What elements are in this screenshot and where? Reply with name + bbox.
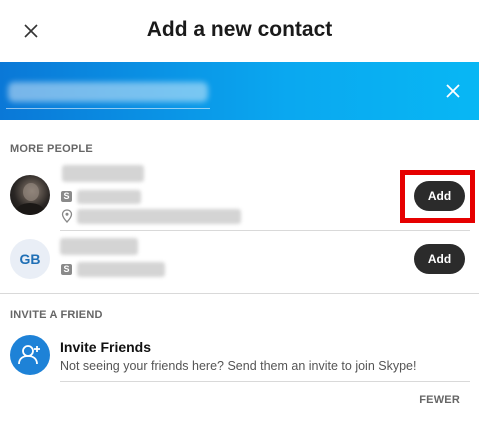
contact-skype-id-redacted — [77, 262, 165, 277]
contact-location-redacted — [77, 209, 241, 224]
close-icon — [446, 84, 460, 98]
avatar — [10, 175, 50, 215]
highlight-annotation — [400, 170, 475, 223]
fewer-button[interactable]: FEWER — [419, 394, 460, 406]
location-pin-icon — [61, 209, 73, 223]
contact-name-redacted — [62, 165, 144, 182]
contact-name-redacted — [60, 238, 138, 255]
add-contact-button[interactable]: Add — [414, 244, 465, 274]
clear-search-button[interactable] — [443, 81, 463, 101]
avatar: GB — [10, 239, 50, 279]
invite-friend-label: INVITE A FRIEND — [10, 309, 103, 321]
divider — [0, 293, 479, 294]
divider — [60, 230, 470, 231]
invite-friends-title[interactable]: Invite Friends — [60, 339, 151, 355]
add-person-icon — [10, 335, 50, 375]
avatar-photo — [15, 183, 45, 215]
search-underline — [6, 108, 210, 109]
header: Add a new contact — [0, 0, 479, 62]
skype-icon: S — [61, 264, 72, 275]
invite-friends-subtitle: Not seeing your friends here? Send them … — [60, 359, 417, 373]
page-title: Add a new contact — [146, 18, 333, 41]
more-people-label: MORE PEOPLE — [10, 143, 93, 155]
contact-skype-id-redacted — [77, 190, 141, 204]
divider — [60, 381, 470, 382]
skype-icon: S — [61, 191, 72, 202]
search-input[interactable] — [6, 70, 212, 108]
search-bar — [0, 62, 479, 120]
